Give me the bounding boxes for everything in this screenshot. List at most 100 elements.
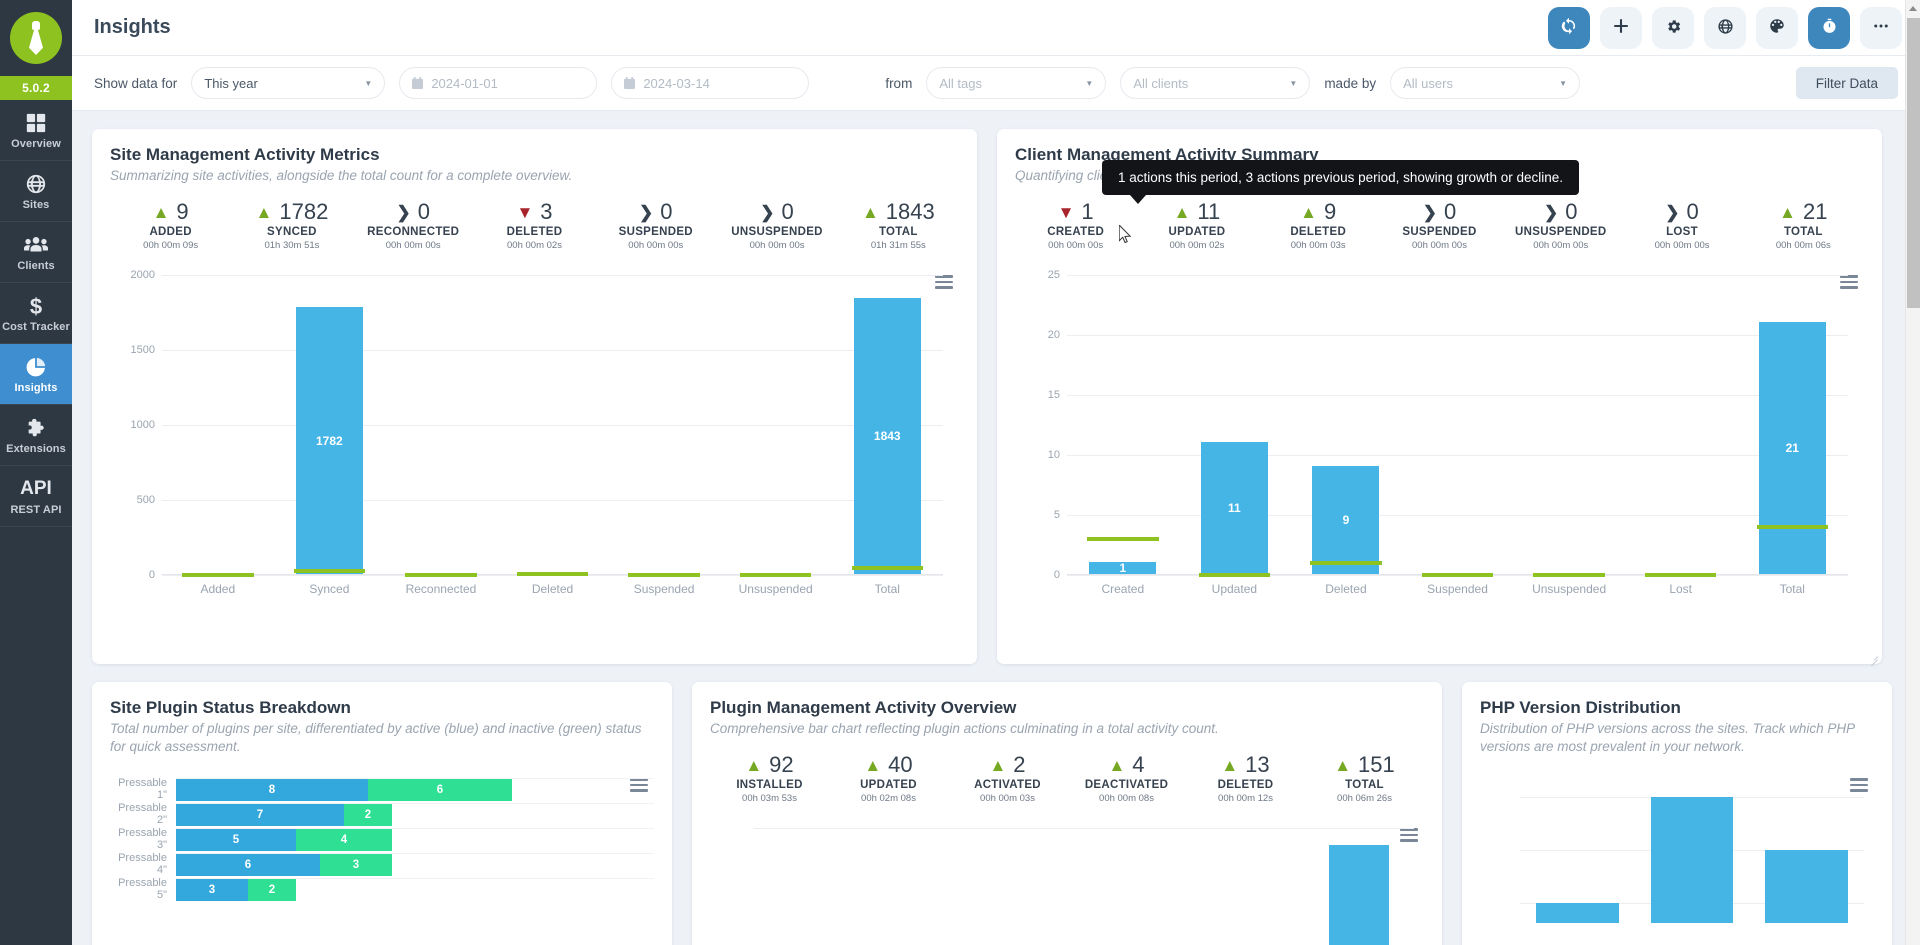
chevron-down-icon: ▼	[364, 78, 373, 88]
calendar-icon	[624, 77, 636, 89]
tie-logo-icon	[10, 12, 62, 64]
plot-area: 160	[754, 828, 1414, 945]
list-item: Pressable 3" 5 4	[110, 827, 654, 852]
stat-value: 1843	[885, 199, 935, 225]
stat-value: 92	[769, 752, 794, 778]
stat-deactivated: ▲ 4 DEACTIVATED 00h 00m 08s	[1067, 752, 1186, 804]
stat-suspended: ❯ 0 SUSPENDED 00h 00m 00s	[595, 199, 716, 251]
scroll-up-arrow-icon[interactable]	[1909, 6, 1917, 11]
sync-button[interactable]	[1548, 6, 1590, 49]
date-from-input[interactable]: 2024-01-01	[399, 67, 598, 99]
category-label: Pressable 5"	[118, 877, 167, 902]
clients-select[interactable]: All clients ▼	[1120, 67, 1311, 99]
bar-column	[1194, 828, 1304, 945]
plus-icon	[1612, 17, 1630, 38]
card-title: Plugin Management Activity Overview	[710, 698, 1017, 717]
card-site-plugin-status: Site Plugin Status Breakdown Total numbe…	[92, 682, 672, 945]
bar-column	[162, 275, 274, 577]
bar[interactable]: 4	[1650, 796, 1734, 924]
more-button[interactable]	[1860, 6, 1902, 49]
plot-area: 2.03.04.0243	[1520, 778, 1864, 924]
users-select[interactable]: All users ▼	[1390, 67, 1581, 99]
bar-segment-active[interactable]: 5	[176, 829, 296, 852]
x-tick-label: Total	[1779, 582, 1805, 597]
sidebar-item-clients[interactable]: Clients	[0, 222, 72, 283]
scrollbar-thumb[interactable]	[1907, 18, 1920, 308]
y-tick-label: 0	[148, 569, 155, 582]
bar-segment-active[interactable]: 3	[176, 879, 248, 902]
bar-column	[974, 828, 1084, 945]
bar[interactable]: 1782	[295, 306, 363, 575]
x-tick-label: Lost	[1669, 582, 1693, 597]
stat-installed: ▲ 92 INSTALLED 00h 03m 53s	[710, 752, 829, 804]
page-scrollbar[interactable]	[1905, 0, 1920, 945]
stat-duration: 00h 00m 02s	[1169, 240, 1225, 252]
resize-handle[interactable]	[1869, 651, 1878, 660]
theme-button[interactable]	[1756, 6, 1798, 49]
sync-icon	[1560, 17, 1578, 38]
bar[interactable]: 3	[1765, 849, 1848, 924]
bar-column: 1782	[274, 275, 386, 575]
timer-button[interactable]	[1808, 6, 1850, 49]
bar[interactable]	[1328, 845, 1390, 945]
sidebar-item-extensions[interactable]: Extensions	[0, 405, 72, 466]
insights-dashboard: 5.0.2 Overview Sites Clients $ Cost Trac…	[0, 0, 1920, 945]
chevron-down-icon: ▼	[1559, 78, 1568, 88]
bar[interactable]: 9	[1312, 466, 1380, 575]
bar-segment-active[interactable]: 6	[176, 854, 320, 877]
sidebar-item-insights[interactable]: Insights	[0, 344, 72, 405]
previous-period-marker	[851, 566, 923, 571]
date-to-input[interactable]: 2024-03-14	[611, 67, 810, 99]
bar-segment-active[interactable]: 7	[176, 804, 344, 827]
stat-value: 4	[1132, 752, 1145, 778]
clients-select-value: All clients	[1133, 75, 1189, 91]
app-logo[interactable]	[0, 0, 72, 76]
palette-icon	[1768, 17, 1786, 38]
bar-segment-inactive[interactable]: 2	[344, 804, 392, 827]
bar[interactable]: 2	[1536, 902, 1619, 924]
sidebar-item-cost-tracker[interactable]: $ Cost Tracker	[0, 283, 72, 344]
trend-down-icon: ▼	[1057, 202, 1075, 222]
bar-track: 6 3	[176, 853, 654, 877]
x-axis-labels: Created Updated Deleted Suspended Unsuspende…	[1067, 582, 1848, 596]
bar-segment-inactive[interactable]: 3	[320, 854, 392, 877]
globe-button[interactable]	[1704, 6, 1746, 49]
stat-duration: 00h 00m 02s	[507, 240, 562, 252]
bar-segment-active[interactable]: 8	[176, 779, 368, 802]
bar-column	[864, 828, 974, 945]
stat-updated: ▲ 11 UPDATED 00h 00m 02s	[1136, 199, 1257, 251]
filter-data-button[interactable]: Filter Data	[1795, 67, 1898, 99]
bar[interactable]: 11	[1200, 442, 1268, 575]
bar-segment-inactive[interactable]: 2	[248, 879, 296, 902]
bar-segment-inactive[interactable]: 4	[296, 829, 392, 852]
sidebar-item-rest-api[interactable]: API REST API	[0, 466, 72, 527]
chevron-down-icon: ▼	[1085, 78, 1094, 88]
filter-bar: Show data for This year ▼ 2024-01-01 202…	[72, 56, 1920, 111]
dashboard-row-1: Site Management Activity Metrics Summari…	[92, 129, 1900, 664]
sidebar-item-overview[interactable]: Overview	[0, 100, 72, 161]
add-button[interactable]	[1600, 6, 1642, 49]
stats-row-site-management: ▲ 9 ADDED 00h 00m 09s ▲ 1782 SYNCED 01h …	[110, 199, 959, 251]
bar-value-label: 1	[1119, 561, 1127, 576]
period-select[interactable]: This year ▼	[191, 67, 386, 99]
bar-column: 4	[1635, 778, 1750, 924]
bar-column	[1402, 275, 1514, 578]
y-tick-label: 10	[1047, 449, 1060, 462]
settings-button[interactable]	[1652, 6, 1694, 49]
stat-value: 1	[1081, 199, 1094, 225]
stat-label: UNSUSPENDED	[731, 226, 823, 239]
card-subtitle: Distribution of PHP versions across the …	[1480, 721, 1855, 755]
sidebar-item-sites[interactable]: Sites	[0, 161, 72, 222]
stat-deleted: ▼ 3 DELETED 00h 00m 02s	[474, 199, 595, 251]
chart-site-plugin-status: Pressable 1" 8 6 Pressable 2" 7 2 Pressa…	[110, 777, 654, 902]
previous-period-marker	[628, 573, 700, 578]
previous-period-marker	[1421, 573, 1494, 578]
bar[interactable]: 21	[1758, 322, 1826, 575]
bar-segment-inactive[interactable]: 6	[368, 779, 512, 802]
stat-value: 0	[781, 199, 794, 225]
bar[interactable]: 1	[1089, 561, 1157, 576]
sidebar: 5.0.2 Overview Sites Clients $ Cost Trac…	[0, 0, 72, 945]
bar[interactable]: 1843	[853, 297, 921, 575]
horizontal-bars: Pressable 1" 8 6 Pressable 2" 7 2 Pressa…	[110, 777, 654, 902]
tags-select[interactable]: All tags ▼	[926, 67, 1107, 99]
